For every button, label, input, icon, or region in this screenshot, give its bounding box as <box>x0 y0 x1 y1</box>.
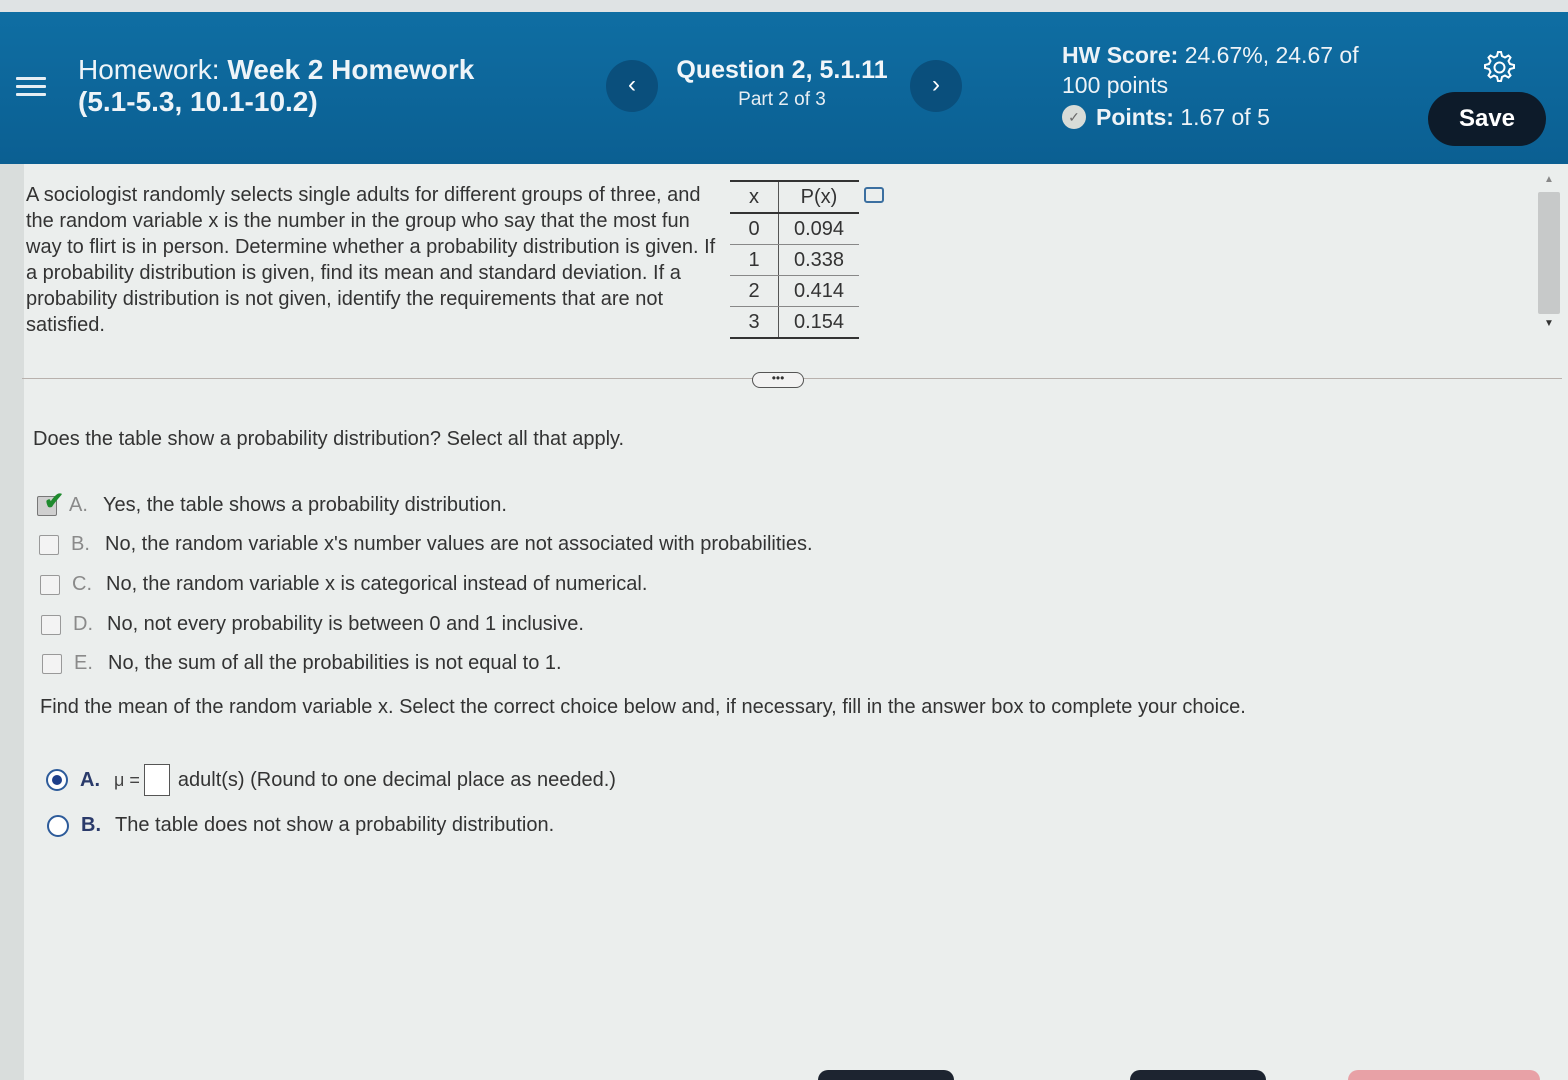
option-letter: A. <box>80 768 100 791</box>
table-row: 2 0.414 <box>730 275 859 307</box>
checkbox-c[interactable] <box>40 574 60 595</box>
checkbox-b[interactable] <box>39 534 59 555</box>
bottom-button-middle[interactable] <box>1130 1070 1266 1080</box>
hw-score: HW Score: 24.67%, 24.67 of 100 points ✓ … <box>1062 40 1392 132</box>
homework-prefix: Homework: <box>78 54 220 85</box>
table-cell-px: 0.338 <box>778 244 859 276</box>
table-cell-px: 0.094 <box>778 213 859 245</box>
checkbox-d[interactable] <box>41 614 61 635</box>
probability-table: x P(x) 0 0.094 1 0.338 2 0.414 3 0.154 <box>730 180 859 339</box>
option-e-checkbox-row[interactable]: E. No, the sum of all the probabilities … <box>42 652 562 675</box>
question2-prompt: Find the mean of the random variable x. … <box>40 696 1246 718</box>
homework-title: Homework: Week 2 Homework (5.1-5.3, 10.1… <box>78 54 474 118</box>
points-row: ✓ Points: 1.67 of 5 <box>1062 102 1392 132</box>
checkmark-icon: ✔ <box>44 487 65 515</box>
option-text: adult(s) (Round to one decimal place as … <box>177 768 616 791</box>
scroll-thumb[interactable] <box>1538 192 1560 314</box>
hw-score-value: 24.67%, 24.67 of <box>1184 42 1359 68</box>
radio-b[interactable] <box>47 814 69 837</box>
gear-icon[interactable] <box>1480 48 1516 84</box>
option-letter: C. <box>72 573 92 595</box>
copy-icon[interactable] <box>864 187 884 203</box>
option-letter: E. <box>74 652 93 674</box>
option-letter: D. <box>73 613 93 635</box>
mu-symbol: μ = <box>114 769 140 790</box>
radio-a[interactable] <box>46 769 68 791</box>
problem-text: A sociologist randomly selects single ad… <box>26 184 716 336</box>
part-label: Part 2 of 3 <box>738 89 826 110</box>
hw-score-total: 100 points <box>1062 72 1169 98</box>
table-header-px: P(x) <box>778 180 859 214</box>
option-letter: B. <box>81 814 101 836</box>
answer-input-box[interactable] <box>143 764 170 796</box>
table-cell-px: 0.414 <box>778 275 859 307</box>
points-label: Points: <box>1096 104 1174 130</box>
checkbox-a[interactable]: ✔ <box>37 488 64 516</box>
table-row: 3 0.154 <box>730 306 859 339</box>
table-row: 1 0.338 <box>730 244 859 276</box>
points-value: 1.67 of 5 <box>1180 104 1270 130</box>
next-question-button[interactable]: › <box>910 60 962 112</box>
option-letter: A. <box>69 494 88 516</box>
browser-top-strip <box>0 0 1568 12</box>
bottom-button-right[interactable] <box>1348 1070 1540 1080</box>
question1-prompt: Does the table show a probability distri… <box>33 428 625 450</box>
option-b-radio-row[interactable]: B. The table does not show a probability… <box>47 814 554 837</box>
bottom-button-left[interactable] <box>818 1070 954 1080</box>
checkbox-e[interactable] <box>42 653 62 674</box>
table-header-x: x <box>730 180 779 214</box>
homework-name: Week 2 Homework <box>227 54 475 85</box>
save-button[interactable]: Save <box>1428 92 1546 146</box>
option-c-checkbox-row[interactable]: C. No, the random variable x is categori… <box>40 573 647 596</box>
homework-sections: (5.1-5.3, 10.1-10.2) <box>78 86 318 117</box>
table-cell-x: 2 <box>730 275 779 307</box>
expand-button[interactable]: ••• <box>752 372 804 388</box>
option-text: No, the sum of all the probabilities is … <box>108 652 562 674</box>
table-cell-x: 0 <box>730 213 779 245</box>
table-cell-x: 3 <box>730 306 779 339</box>
option-b-checkbox-row[interactable]: B. No, the random variable x's number va… <box>39 533 813 556</box>
question-title: Question 2, 5.1.11 Part 2 of 3 <box>662 56 902 111</box>
table-header-row: x P(x) <box>730 180 859 214</box>
option-letter: B. <box>71 533 90 555</box>
option-text: No, not every probability is between 0 a… <box>107 613 584 635</box>
scroll-up-icon[interactable]: ▲ <box>1544 174 1554 185</box>
hw-score-label: HW Score: <box>1062 42 1179 68</box>
option-a-radio-row[interactable]: A. μ = adult(s) (Round to one decimal pl… <box>46 764 616 796</box>
option-text: The table does not show a probability di… <box>115 814 555 836</box>
partial-credit-icon: ✓ <box>1062 105 1086 129</box>
table-row: 0 0.094 <box>730 213 859 245</box>
left-margin <box>0 164 24 1080</box>
table-cell-px: 0.154 <box>778 306 859 339</box>
question-label: Question 2, 5.1.11 <box>676 56 888 84</box>
option-a-checkbox-row[interactable]: ✔ A. Yes, the table shows a probability … <box>37 488 507 517</box>
option-text: No, the random variable x's number value… <box>105 533 813 555</box>
scrollbar[interactable]: ▲ ▼ <box>1536 172 1562 336</box>
table-cell-x: 1 <box>730 244 779 276</box>
option-d-checkbox-row[interactable]: D. No, not every probability is between … <box>41 613 584 636</box>
option-text: Yes, the table shows a probability distr… <box>103 494 507 516</box>
menu-icon[interactable] <box>14 72 48 102</box>
scroll-down-icon[interactable]: ▼ <box>1544 318 1554 329</box>
option-text: No, the random variable x is categorical… <box>106 573 648 595</box>
previous-question-button[interactable]: ‹ <box>606 60 658 112</box>
header-bar: Homework: Week 2 Homework (5.1-5.3, 10.1… <box>0 12 1568 164</box>
